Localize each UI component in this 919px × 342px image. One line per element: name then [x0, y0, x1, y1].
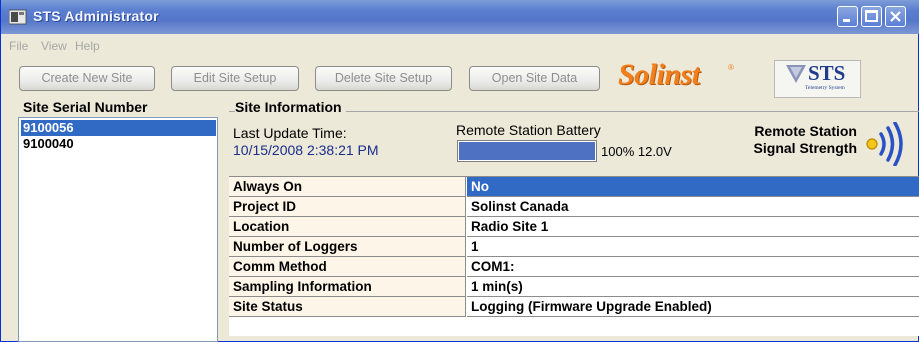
property-row[interactable]: Sampling Information 1 min(s): [229, 277, 919, 297]
menu-view[interactable]: View: [41, 39, 67, 53]
serial-list-heading: Site Serial Number: [23, 99, 148, 115]
minimize-icon: [843, 19, 850, 22]
sts-logo: STS Telemetry System: [774, 60, 861, 98]
property-value[interactable]: Radio Site 1: [467, 217, 919, 237]
solinst-logo: Solinst: [618, 58, 700, 91]
property-row[interactable]: Project ID Solinst Canada: [229, 197, 919, 217]
menu-bar: File View Help: [1, 36, 919, 56]
last-update-label: Last Update Time:: [233, 125, 347, 141]
minimize-button[interactable]: [837, 6, 858, 27]
property-row[interactable]: Site Status Logging (Firmware Upgrade Ena…: [229, 297, 919, 317]
registered-mark: ®: [728, 63, 734, 72]
sts-logo-text: STS: [808, 61, 846, 85]
create-new-site-button[interactable]: Create New Site: [19, 66, 155, 91]
site-properties-grid: Always On No Project ID Solinst Canada Locat…: [229, 176, 919, 336]
property-row[interactable]: Comm Method COM1:: [229, 257, 919, 277]
last-update-value: 10/15/2008 2:38:21 PM: [233, 142, 379, 158]
maximize-button[interactable]: [861, 6, 882, 27]
property-value[interactable]: 1: [467, 237, 919, 257]
battery-progress-bar: [457, 140, 597, 162]
app-icon: [9, 9, 27, 25]
property-name: Location: [229, 217, 466, 237]
close-button[interactable]: [885, 6, 906, 27]
battery-label: Remote Station Battery: [456, 122, 601, 138]
property-value[interactable]: 1 min(s): [467, 277, 919, 297]
battery-value: 100% 12.0V: [601, 144, 672, 159]
delete-site-setup-button[interactable]: Delete Site Setup: [315, 66, 452, 91]
open-site-data-button[interactable]: Open Site Data: [469, 66, 600, 91]
property-row[interactable]: Number of Loggers 1: [229, 237, 919, 257]
property-value[interactable]: Logging (Firmware Upgrade Enabled): [467, 297, 919, 317]
close-icon: [890, 11, 901, 22]
serial-list-item[interactable]: 9100040: [21, 136, 216, 152]
signal-strength-icon: [866, 122, 903, 166]
property-name: Number of Loggers: [229, 237, 466, 257]
signal-label-line1: Remote Station: [754, 123, 857, 139]
title-bar[interactable]: STS Administrator: [1, 0, 919, 34]
property-name: Sampling Information: [229, 277, 466, 297]
property-row[interactable]: Always On No: [229, 177, 919, 197]
property-name: Comm Method: [229, 257, 466, 277]
edit-site-setup-button[interactable]: Edit Site Setup: [171, 66, 299, 91]
property-name: Site Status: [229, 297, 466, 317]
serial-list-item[interactable]: 9100056: [21, 120, 216, 136]
property-value[interactable]: COM1:: [467, 257, 919, 277]
property-row[interactable]: Location Radio Site 1: [229, 217, 919, 237]
window-title: STS Administrator: [33, 8, 159, 24]
sts-mark-icon: [786, 65, 806, 83]
menu-file[interactable]: File: [9, 39, 28, 53]
sts-logo-subtitle: Telemetry System: [805, 85, 845, 91]
app-window: STS Administrator File View Help Create …: [0, 0, 919, 342]
signal-strength-label: Remote Station Signal Strength: [735, 123, 857, 157]
site-info-heading: Site Information: [235, 99, 346, 115]
property-name: Always On: [229, 177, 466, 197]
signal-label-line2: Signal Strength: [753, 140, 857, 156]
property-name: Project ID: [229, 197, 466, 217]
menu-help[interactable]: Help: [75, 39, 100, 53]
serial-list[interactable]: 9100056 9100040: [18, 117, 218, 342]
property-value[interactable]: Solinst Canada: [467, 197, 919, 217]
property-value[interactable]: No: [467, 177, 919, 197]
maximize-icon: [865, 10, 878, 22]
battery-fill: [459, 142, 595, 160]
